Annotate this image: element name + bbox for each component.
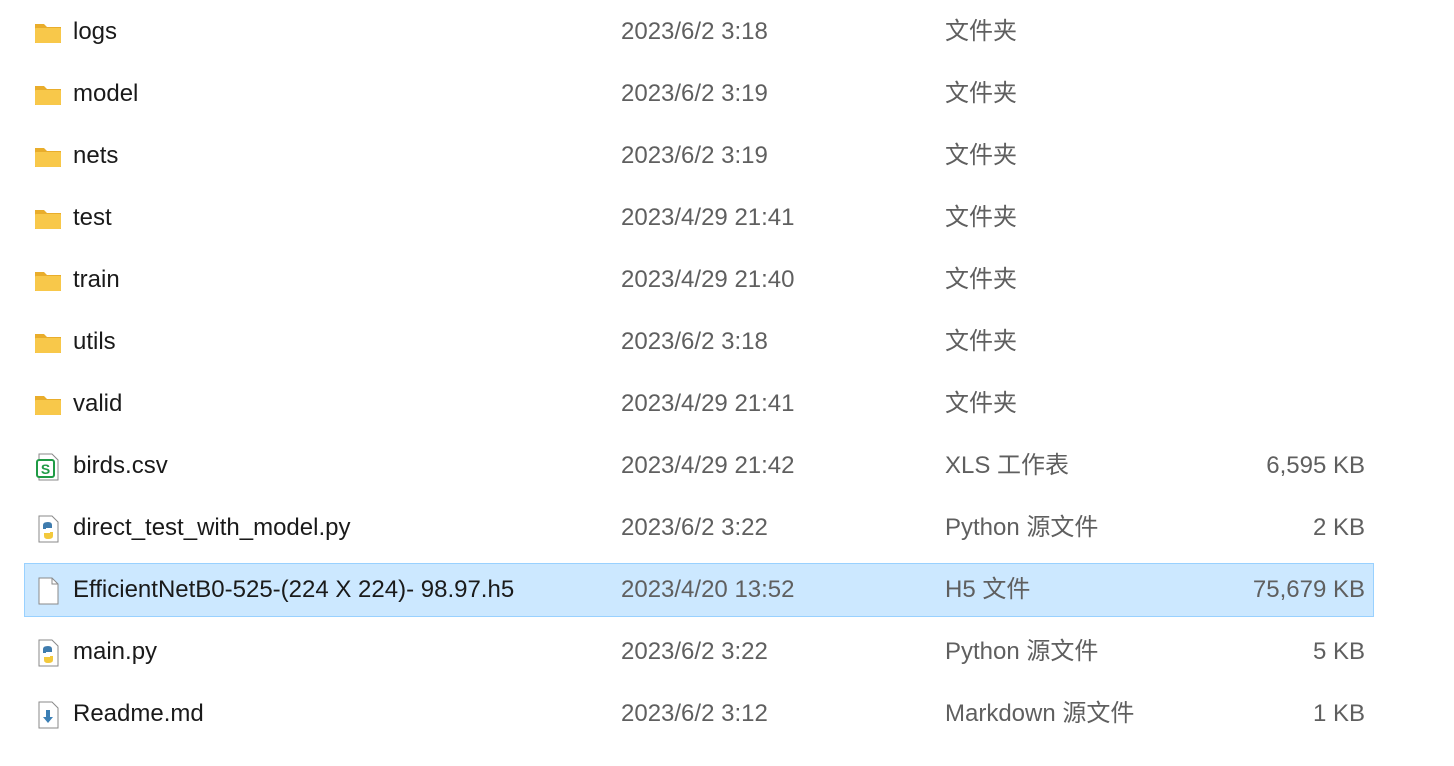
file-type: Python 源文件 bbox=[945, 514, 1099, 541]
file-date-modified: 2023/6/2 3:18 bbox=[621, 18, 768, 45]
folder-icon bbox=[33, 328, 63, 358]
file-type: Markdown 源文件 bbox=[945, 700, 1135, 727]
file-size: 5 KB bbox=[1312, 638, 1365, 665]
file-row[interactable]: direct_test_with_model.py 2023/6/2 3:22 Py… bbox=[24, 501, 1374, 555]
file-name: test bbox=[73, 204, 112, 231]
file-name: model bbox=[73, 80, 139, 107]
file-row[interactable]: train 2023/4/29 21:40 文件夹 bbox=[24, 253, 1374, 307]
file-row[interactable]: EfficientNetB0-525-(224 X 224)- 98.97.h5… bbox=[24, 563, 1374, 617]
spreadsheet-file-icon: S bbox=[33, 452, 63, 482]
file-date-modified: 2023/4/29 21:41 bbox=[621, 390, 795, 417]
file-type: 文件夹 bbox=[945, 328, 1017, 355]
file-name: birds.csv bbox=[73, 452, 168, 479]
file-date-modified: 2023/4/20 13:52 bbox=[621, 576, 795, 603]
file-date-modified: 2023/6/2 3:12 bbox=[621, 700, 768, 727]
file-type: 文件夹 bbox=[945, 266, 1017, 293]
file-size: 1 KB bbox=[1312, 700, 1365, 727]
python-file-icon bbox=[33, 638, 63, 668]
folder-icon bbox=[33, 18, 63, 48]
file-size: 2 KB bbox=[1312, 514, 1365, 541]
folder-icon bbox=[33, 80, 63, 110]
file-row[interactable]: main.py 2023/6/2 3:22 Python 源文件 5 KB bbox=[24, 625, 1374, 679]
file-type: 文件夹 bbox=[945, 390, 1017, 417]
folder-icon bbox=[33, 142, 63, 172]
file-date-modified: 2023/4/29 21:41 bbox=[621, 204, 795, 231]
file-name: train bbox=[73, 266, 120, 293]
file-name: EfficientNetB0-525-(224 X 224)- 98.97.h5 bbox=[73, 576, 515, 603]
markdown-file-icon bbox=[33, 700, 63, 730]
file-date-modified: 2023/6/2 3:18 bbox=[621, 328, 768, 355]
file-date-modified: 2023/6/2 3:19 bbox=[621, 80, 768, 107]
file-row[interactable]: nets 2023/6/2 3:19 文件夹 bbox=[24, 129, 1374, 183]
file-type: XLS 工作表 bbox=[945, 452, 1070, 479]
file-date-modified: 2023/6/2 3:19 bbox=[621, 142, 768, 169]
folder-icon bbox=[33, 204, 63, 234]
file-type: Python 源文件 bbox=[945, 638, 1099, 665]
file-row[interactable]: model 2023/6/2 3:19 文件夹 bbox=[24, 67, 1374, 121]
file-date-modified: 2023/6/2 3:22 bbox=[621, 514, 768, 541]
file-name: nets bbox=[73, 142, 119, 169]
file-size: 75,679 KB bbox=[1252, 576, 1365, 603]
file-row[interactable]: logs 2023/6/2 3:18 文件夹 bbox=[24, 5, 1374, 59]
file-size: 6,595 KB bbox=[1266, 452, 1365, 479]
file-type: 文件夹 bbox=[945, 18, 1017, 45]
file-row[interactable]: Sbirds.csv 2023/4/29 21:42 XLS 工作表 6,595 KB bbox=[24, 439, 1374, 493]
file-type: H5 文件 bbox=[945, 576, 1031, 603]
file-row[interactable]: Readme.md 2023/6/2 3:12 Markdown 源文件 1 KB bbox=[24, 687, 1374, 741]
file-row[interactable]: utils 2023/6/2 3:18 文件夹 bbox=[24, 315, 1374, 369]
svg-text:S: S bbox=[41, 461, 50, 477]
file-date-modified: 2023/6/2 3:22 bbox=[621, 638, 768, 665]
file-name: valid bbox=[73, 390, 123, 417]
file-type: 文件夹 bbox=[945, 204, 1017, 231]
file-name: logs bbox=[73, 18, 118, 45]
file-row[interactable]: test 2023/4/29 21:41 文件夹 bbox=[24, 191, 1374, 245]
file-date-modified: 2023/4/29 21:40 bbox=[621, 266, 795, 293]
file-row[interactable]: valid 2023/4/29 21:41 文件夹 bbox=[24, 377, 1374, 431]
file-type: 文件夹 bbox=[945, 142, 1017, 169]
folder-icon bbox=[33, 266, 63, 296]
blank-file-icon bbox=[33, 576, 63, 606]
folder-icon bbox=[33, 390, 63, 420]
file-name: main.py bbox=[73, 638, 158, 665]
file-list: logs 2023/6/2 3:18 文件夹 model 2023/6/2 3:19 文件… bbox=[0, 0, 1454, 766]
file-name: direct_test_with_model.py bbox=[73, 514, 351, 541]
file-type: 文件夹 bbox=[945, 80, 1017, 107]
file-name: utils bbox=[73, 328, 116, 355]
file-name: Readme.md bbox=[73, 700, 204, 727]
file-date-modified: 2023/4/29 21:42 bbox=[621, 452, 795, 479]
python-file-icon bbox=[33, 514, 63, 544]
